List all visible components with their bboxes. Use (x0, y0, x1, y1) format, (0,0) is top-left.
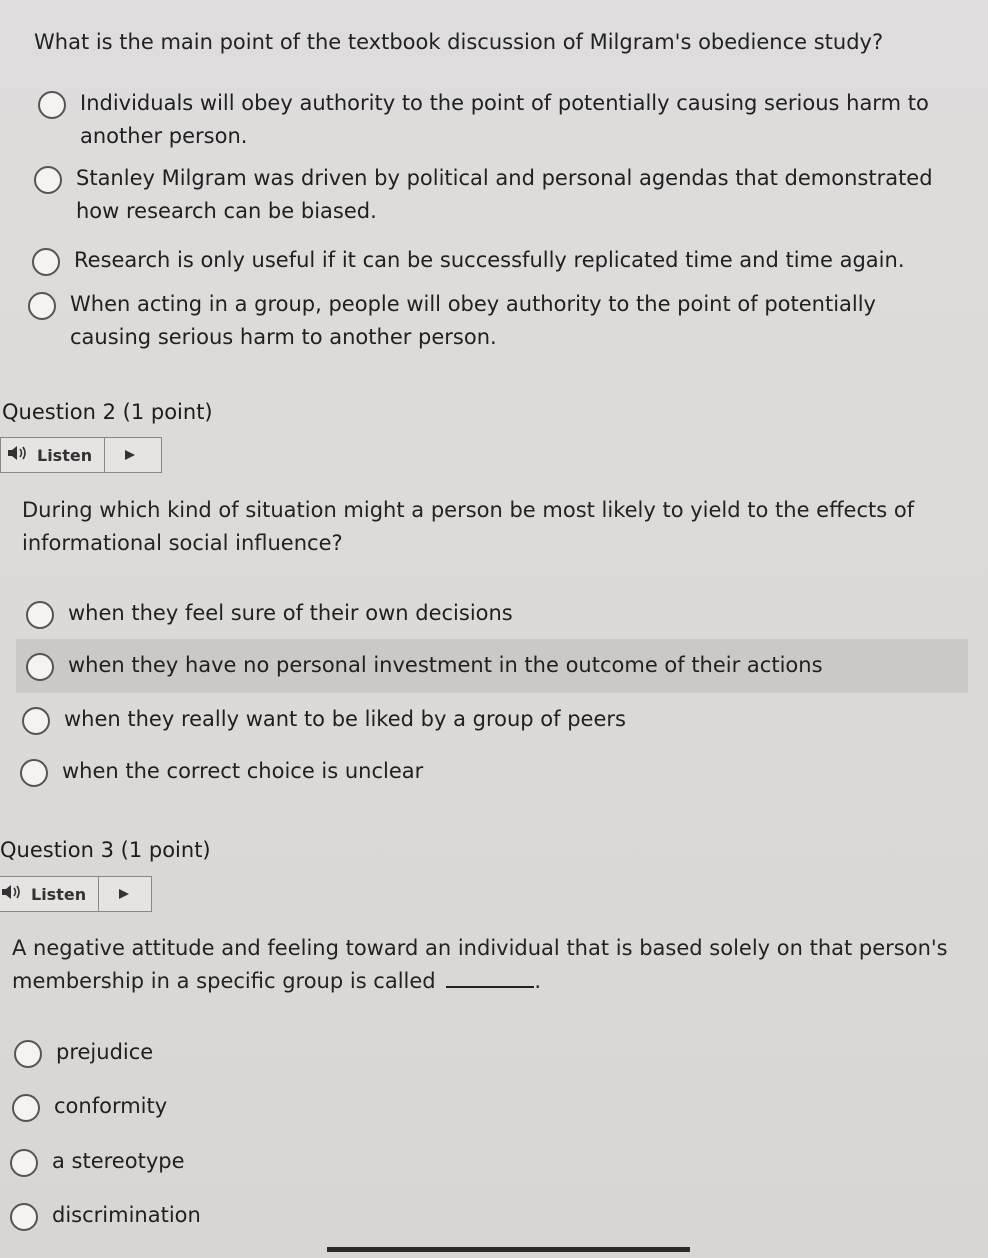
q1-option-2-radio[interactable] (34, 166, 62, 194)
q3-blank (446, 986, 535, 988)
q3-listen-button[interactable]: Listen (0, 877, 100, 911)
q3-option-4-label: discrimination (52, 1203, 201, 1227)
q3-option-3[interactable]: a stereotype (10, 1145, 610, 1178)
q3-listen-control[interactable]: Listen (0, 876, 152, 912)
q1-prompt: What is the main point of the textbook d… (34, 30, 884, 54)
q1-option-2-label: Stanley Milgram was driven by political … (76, 166, 933, 223)
q2-listen-label: Listen (37, 445, 93, 465)
q2-listen-button[interactable]: Listen (1, 438, 106, 472)
q1-option-3-label: Research is only useful if it can be suc… (74, 248, 905, 272)
q2-heading: Question 2 (1 point) (2, 400, 213, 424)
q1-option-1[interactable]: Individuals will obey authority to the p… (38, 87, 963, 153)
q3-option-4[interactable]: discrimination (10, 1199, 610, 1232)
q3-option-2-label: conformity (54, 1094, 168, 1118)
q2-option-2-radio[interactable] (26, 653, 54, 681)
q2-option-4[interactable]: when the correct choice is unclear (20, 755, 920, 788)
speaker-icon (7, 445, 29, 465)
q1-option-2[interactable]: Stanley Milgram was driven by political … (34, 162, 963, 228)
q1-option-4-radio[interactable] (28, 292, 56, 320)
q3-option-2-radio[interactable] (12, 1094, 40, 1122)
q3-heading: Question 3 (1 point) (0, 838, 211, 862)
q3-option-1-radio[interactable] (14, 1040, 42, 1068)
q3-prompt: A negative attitude and feeling toward a… (12, 932, 972, 998)
q2-option-3-radio[interactable] (22, 707, 50, 735)
q3-option-3-radio[interactable] (10, 1149, 38, 1177)
play-icon (124, 446, 136, 465)
q2-option-1-label: when they feel sure of their own decisio… (68, 601, 513, 625)
q3-listen-label: Listen (31, 884, 87, 904)
q2-prompt: During which kind of situation might a p… (22, 498, 915, 555)
q2-option-1-radio[interactable] (26, 601, 54, 629)
q2-option-4-radio[interactable] (20, 759, 48, 787)
q1-option-1-label: Individuals will obey authority to the p… (80, 91, 929, 148)
q3-option-1[interactable]: prejudice (14, 1036, 614, 1069)
speaker-icon (1, 884, 23, 904)
q3-option-3-label: a stereotype (52, 1149, 185, 1173)
q1-option-3[interactable]: Research is only useful if it can be suc… (32, 244, 972, 277)
q3-prompt-text: A negative attitude and feeling toward a… (12, 936, 948, 993)
q2-option-2[interactable]: when they have no personal investment in… (16, 639, 968, 693)
q2-option-2-label: when they have no personal investment in… (68, 653, 823, 677)
q3-option-4-radio[interactable] (10, 1203, 38, 1231)
q2-option-3[interactable]: when they really want to be liked by a g… (22, 703, 922, 736)
bottom-divider (327, 1247, 690, 1252)
q1-option-4[interactable]: When acting in a group, people will obey… (28, 288, 928, 354)
q3-prompt-end: . (534, 969, 542, 993)
q2-option-4-label: when the correct choice is unclear (62, 759, 424, 783)
q2-option-3-label: when they really want to be liked by a g… (64, 707, 626, 731)
q2-option-1[interactable]: when they feel sure of their own decisio… (26, 597, 926, 630)
q1-option-4-label: When acting in a group, people will obey… (70, 292, 876, 349)
play-icon (118, 885, 130, 904)
quiz-page: What is the main point of the textbook d… (0, 0, 988, 1258)
q2-play-button[interactable] (105, 438, 155, 472)
q1-option-3-radio[interactable] (32, 248, 60, 276)
q1-option-1-radio[interactable] (38, 91, 66, 119)
q3-option-2[interactable]: conformity (12, 1090, 612, 1123)
q3-play-button[interactable] (99, 877, 149, 911)
q3-option-1-label: prejudice (56, 1040, 154, 1064)
q2-listen-control[interactable]: Listen (0, 437, 162, 473)
